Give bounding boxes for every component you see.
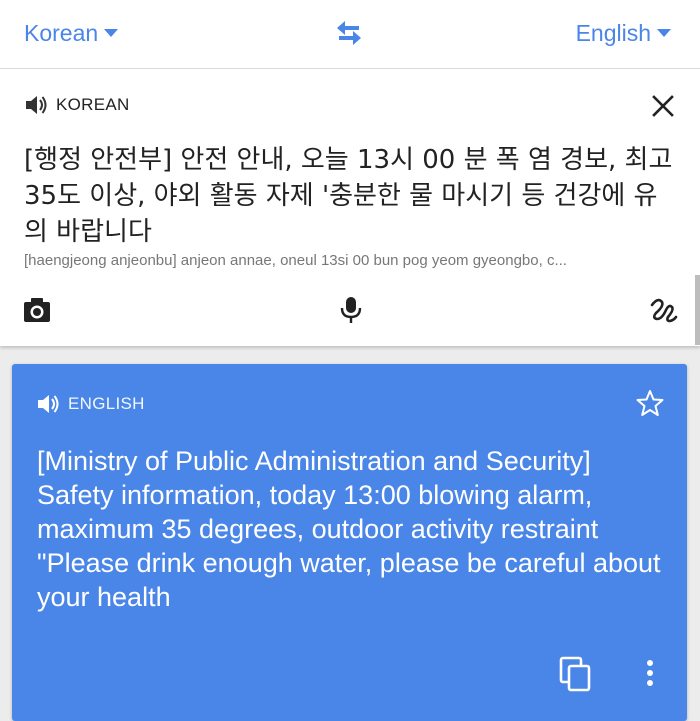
target-language-header: ENGLISH — [36, 392, 145, 416]
source-language-header: KOREAN — [24, 93, 130, 117]
speaker-icon[interactable] — [36, 393, 60, 415]
source-language-label: Korean — [24, 19, 99, 46]
input-card: KOREAN [행정 안전부] 안전 안내, 오늘 13시 00 분 폭 염 경… — [0, 69, 700, 346]
language-bar: Korean English — [0, 0, 700, 69]
source-language-label-header: KOREAN — [56, 95, 130, 114]
translation-card: ENGLISH [Ministry of Public Administrati… — [12, 364, 687, 721]
target-language-label-header: ENGLISH — [68, 394, 145, 413]
camera-icon[interactable] — [22, 295, 52, 325]
handwriting-icon[interactable] — [648, 295, 678, 325]
swap-arrows-icon[interactable] — [335, 20, 363, 46]
transliteration-text: [haengjeong anjeonbu] anjeon annae, oneu… — [24, 252, 567, 269]
close-icon[interactable] — [651, 94, 675, 118]
more-vert-icon[interactable] — [640, 658, 660, 688]
caret-down-icon — [657, 29, 671, 37]
microphone-icon[interactable] — [336, 295, 366, 325]
caret-down-icon — [104, 29, 119, 37]
speaker-icon[interactable] — [24, 94, 48, 116]
copy-icon[interactable] — [559, 656, 593, 692]
target-language-label: English — [575, 19, 651, 46]
source-language-selector[interactable]: Korean — [24, 18, 119, 48]
star-icon[interactable] — [636, 389, 664, 417]
translation-text[interactable]: [Ministry of Public Administration and S… — [37, 444, 672, 614]
source-text[interactable]: [행정 안전부] 안전 안내, 오늘 13시 00 분 폭 염 경보, 최고 3… — [24, 142, 674, 250]
target-language-selector[interactable]: English — [576, 18, 672, 48]
scrollbar[interactable] — [695, 275, 700, 345]
